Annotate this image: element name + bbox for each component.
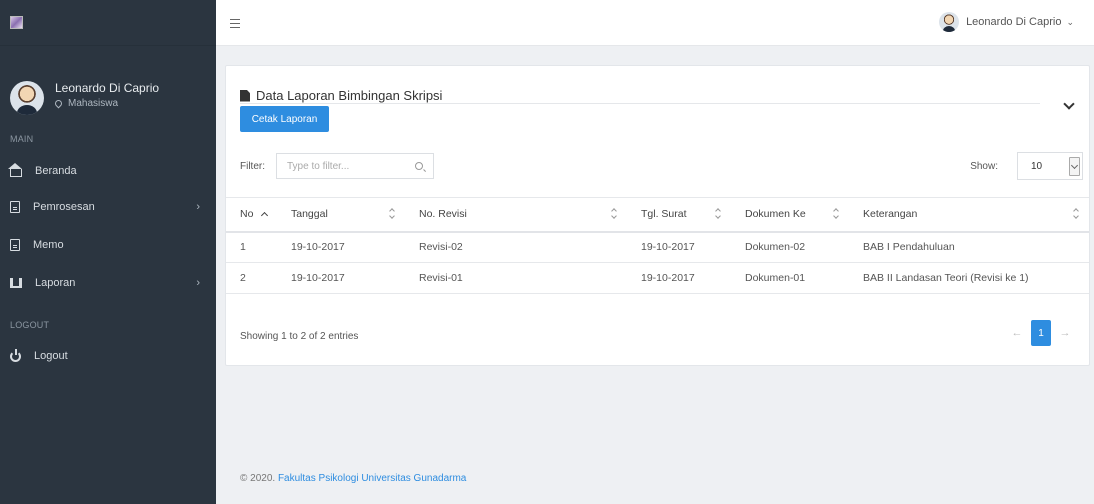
cell-dokumen-ke: Dokumen-02: [731, 231, 849, 263]
header-label: No. Revisi: [419, 208, 467, 221]
chevron-down-icon: ⌄: [1066, 16, 1074, 27]
sidebar-user-panel: Leonardo Di Caprio Mahasiswa: [0, 46, 216, 130]
page-size-select[interactable]: 10: [1017, 152, 1083, 180]
cell-keterangan: BAB II Landasan Teori (Revisi ke 1): [849, 262, 1089, 294]
sidebar-header: [0, 0, 216, 46]
collapse-chevron-icon[interactable]: [1063, 98, 1075, 110]
previous-page-arrow-icon[interactable]: ←: [1005, 327, 1029, 339]
table-row: 2 19-10-2017 Revisi-01 19-10-2017 Dokume…: [226, 262, 1089, 294]
header-label: Keterangan: [863, 208, 918, 221]
filter-group: Filter: Type to filter...: [240, 153, 434, 179]
calculator-icon: [10, 201, 20, 213]
header-label: Dokumen Ke: [745, 208, 806, 221]
cell-tgl-surat: 19-10-2017: [627, 262, 731, 294]
cell-no: 2: [226, 262, 277, 294]
sidebar-item-pemrosesan[interactable]: Pemrosesan ›: [0, 195, 216, 219]
user-menu-name: Leonardo Di Caprio: [966, 16, 1062, 28]
select-arrow-icon: [1069, 157, 1080, 176]
column-header-tgl-surat[interactable]: Tgl. Surat: [627, 197, 731, 233]
sort-icon: [611, 209, 617, 218]
cell-dokumen-ke: Dokumen-01: [731, 262, 849, 294]
sidebar-item-label: Logout: [34, 350, 68, 362]
sort-icon: [1073, 209, 1079, 218]
cell-keterangan: BAB I Pendahuluan: [849, 231, 1089, 263]
header-label: Tgl. Surat: [641, 208, 687, 221]
panel-title-text: Data Laporan Bimbingan Skripsi: [256, 88, 443, 103]
sidebar-user-name: Leonardo Di Caprio: [55, 81, 160, 95]
report-panel: Data Laporan Bimbingan Skripsi Cetak Lap…: [225, 65, 1090, 366]
footer: © 2020. Fakultas Psikologi Universitas G…: [240, 473, 466, 484]
sidebar-item-label: Beranda: [35, 165, 77, 177]
page-button-1[interactable]: 1: [1031, 320, 1051, 346]
chevron-right-icon: ›: [196, 201, 200, 213]
sort-ascending-icon: [261, 212, 269, 220]
chevron-right-icon: ›: [196, 277, 200, 289]
home-icon: [8, 162, 22, 177]
cell-tanggal: 19-10-2017: [277, 262, 405, 294]
sidebar-item-beranda[interactable]: Beranda: [0, 159, 216, 183]
table-row: 1 19-10-2017 Revisi-02 19-10-2017 Dokume…: [226, 231, 1089, 263]
sidebar-item-memo[interactable]: Memo: [0, 233, 216, 257]
cell-tanggal: 19-10-2017: [277, 231, 405, 263]
column-header-keterangan[interactable]: Keterangan: [849, 197, 1089, 233]
cell-no-revisi: Revisi-01: [405, 262, 627, 294]
column-header-no-revisi[interactable]: No. Revisi: [405, 197, 627, 233]
sidebar: Leonardo Di Caprio Mahasiswa MAIN Berand…: [0, 0, 216, 504]
pagination: ← 1 →: [1005, 320, 1077, 346]
avatar: [939, 12, 960, 32]
cell-no: 1: [226, 231, 277, 263]
menu-toggle-icon[interactable]: [230, 19, 240, 28]
footer-copyright: © 2020.: [240, 473, 276, 484]
cell-no-revisi: Revisi-02: [405, 231, 627, 263]
table-header-row: No Tanggal No. Revisi Tgl. Surat Dokumen…: [226, 197, 1089, 233]
file-icon: [240, 89, 250, 102]
column-header-no[interactable]: No: [226, 197, 277, 233]
note-icon: [10, 239, 20, 251]
location-pin-icon: [53, 98, 64, 109]
sidebar-user-role: Mahasiswa: [53, 98, 159, 109]
sidebar-item-label: Pemrosesan: [33, 201, 95, 213]
report-icon: [10, 278, 22, 288]
footer-link[interactable]: Fakultas Psikologi Universitas Gunadarma: [278, 473, 466, 484]
page-size-group: Show: 10: [970, 152, 1083, 180]
header-label: No: [240, 208, 254, 221]
panel-title: Data Laporan Bimbingan Skripsi: [240, 88, 442, 103]
column-header-dokumen-ke[interactable]: Dokumen Ke: [731, 197, 849, 233]
sidebar-section-logout: LOGOUT: [10, 320, 50, 330]
power-icon: [10, 348, 21, 362]
logo-icon[interactable]: [10, 16, 23, 29]
search-icon: [415, 162, 423, 170]
sort-icon: [715, 209, 721, 218]
top-navbar: Leonardo Di Caprio ⌄: [216, 0, 1094, 46]
sidebar-item-label: Laporan: [35, 277, 76, 289]
sort-icon: [833, 209, 839, 218]
filter-label: Filter:: [240, 160, 265, 172]
page-size-value: 10: [1031, 160, 1043, 172]
filter-input[interactable]: Type to filter...: [276, 153, 434, 179]
sidebar-item-laporan[interactable]: Laporan ›: [0, 271, 216, 295]
sidebar-section-main: MAIN: [10, 134, 34, 144]
avatar: [10, 81, 44, 115]
cell-tgl-surat: 19-10-2017: [627, 231, 731, 263]
sort-icon: [389, 209, 395, 218]
table-info: Showing 1 to 2 of 2 entries: [240, 331, 359, 342]
column-header-tanggal[interactable]: Tanggal: [277, 197, 405, 233]
divider: [240, 103, 1040, 104]
sidebar-item-logout[interactable]: Logout: [0, 344, 216, 368]
user-role-label: Mahasiswa: [68, 98, 119, 109]
next-page-arrow-icon[interactable]: →: [1053, 327, 1077, 339]
show-label: Show:: [970, 160, 998, 172]
header-label: Tanggal: [291, 208, 328, 221]
sidebar-item-label: Memo: [33, 239, 64, 251]
print-report-button[interactable]: Cetak Laporan: [240, 106, 329, 132]
user-menu[interactable]: Leonardo Di Caprio ⌄: [939, 12, 1074, 32]
data-table: No Tanggal No. Revisi Tgl. Surat Dokumen…: [226, 197, 1089, 294]
filter-placeholder: Type to filter...: [287, 160, 350, 172]
